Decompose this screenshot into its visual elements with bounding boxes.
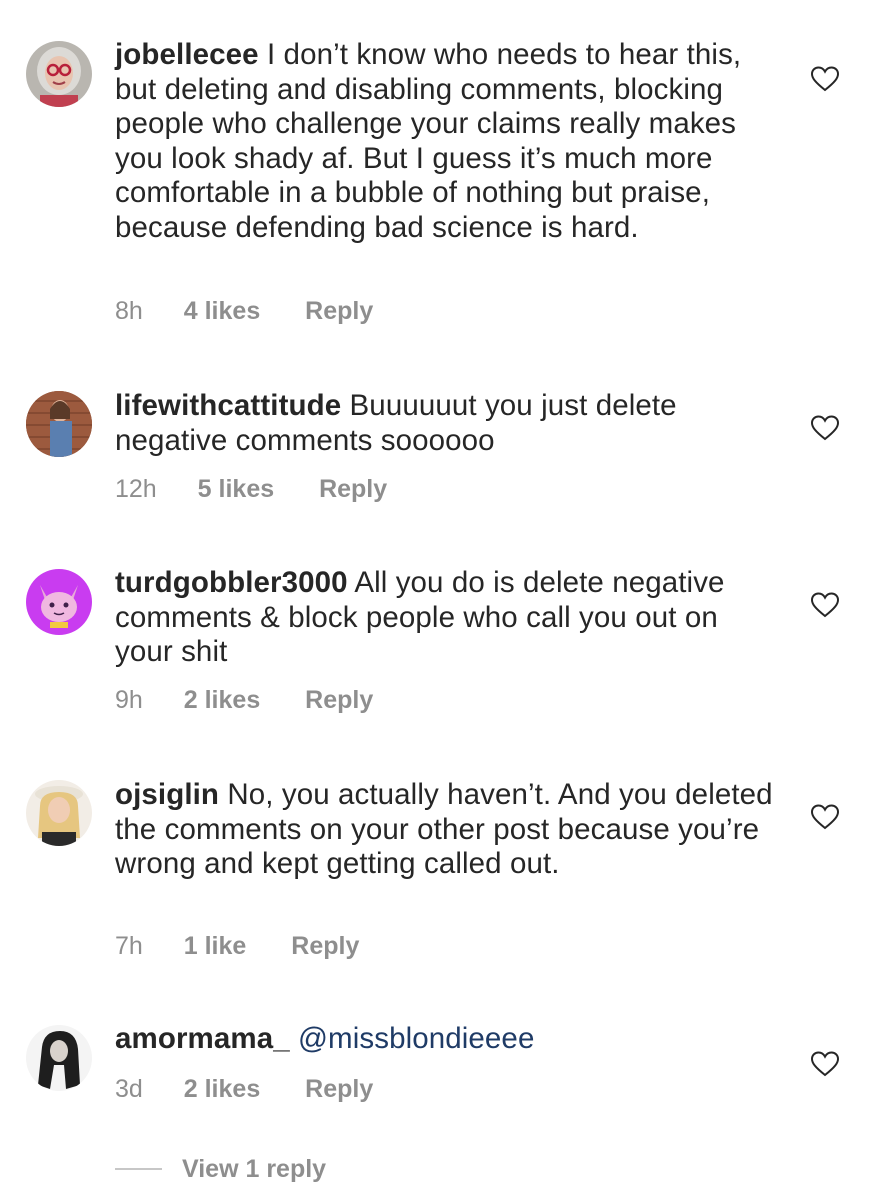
comment-username[interactable]: amormama_ (115, 1022, 290, 1055)
avatar-lifewithcattitude[interactable] (26, 391, 92, 457)
reply-button[interactable]: Reply (305, 296, 373, 326)
comment-likes[interactable]: 2 likes (184, 685, 260, 715)
comment-body: turdgobbler3000 All you do is delete neg… (115, 566, 775, 670)
comment-username[interactable]: jobellecee (115, 38, 259, 71)
reply-button[interactable]: Reply (305, 685, 373, 715)
heart-outline-icon[interactable] (811, 1051, 839, 1077)
comment-body: ojsiglin No, you actually haven’t. And y… (115, 778, 775, 882)
comment-time: 8h (115, 297, 143, 325)
comment-likes[interactable]: 4 likes (184, 296, 260, 326)
comment-meta: 7h 1 like Reply (115, 931, 359, 961)
comment-meta: 8h 4 likes Reply (115, 296, 373, 326)
comment-body: lifewithcattitude Buuuuuut you just dele… (115, 389, 775, 458)
heart-outline-icon[interactable] (811, 804, 839, 830)
comment-username[interactable]: turdgobbler3000 (115, 566, 348, 599)
avatar-amormama[interactable] (26, 1025, 92, 1091)
view-replies-label: View 1 reply (182, 1154, 327, 1183)
heart-outline-icon[interactable] (811, 592, 839, 618)
heart-outline-icon[interactable] (811, 415, 839, 441)
avatar-ojsiglin[interactable] (26, 780, 92, 846)
comment-body: amormama_ @missblondieeee (115, 1022, 775, 1057)
heart-outline-icon[interactable] (811, 66, 839, 92)
comment-meta: 9h 2 likes Reply (115, 685, 373, 715)
reply-button[interactable]: Reply (319, 474, 387, 504)
reply-button[interactable]: Reply (305, 1074, 373, 1104)
comment-likes[interactable]: 2 likes (184, 1074, 260, 1104)
comment-time: 9h (115, 686, 143, 714)
view-replies-button[interactable]: View 1 reply (115, 1152, 326, 1186)
avatar-turdgobbler3000[interactable] (26, 569, 92, 635)
comment-time: 7h (115, 932, 143, 960)
comment-likes[interactable]: 1 like (184, 931, 247, 961)
comment-username[interactable]: ojsiglin (115, 778, 219, 811)
comment-body: jobellecee I don’t know who needs to hea… (115, 38, 775, 245)
comment-meta: 3d 2 likes Reply (115, 1074, 373, 1104)
mention-link[interactable]: @missblondieeee (298, 1022, 534, 1055)
comment-likes[interactable]: 5 likes (198, 474, 274, 504)
reply-button[interactable]: Reply (291, 931, 359, 961)
comment-time: 12h (115, 475, 157, 503)
comment-time: 3d (115, 1075, 143, 1103)
comment-meta: 12h 5 likes Reply (115, 474, 387, 504)
comment-username[interactable]: lifewithcattitude (115, 389, 341, 422)
avatar-jobellecee[interactable] (26, 41, 92, 107)
reply-divider-line (115, 1168, 162, 1170)
